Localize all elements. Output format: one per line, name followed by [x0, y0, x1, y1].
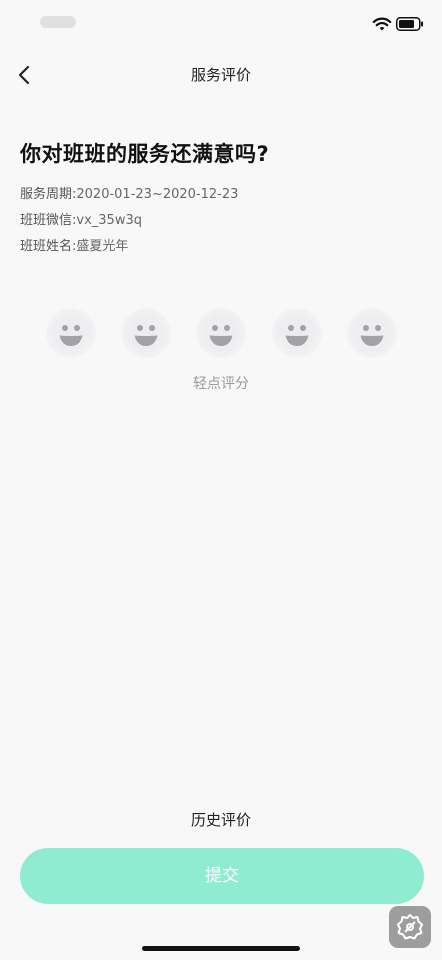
info-label: 班班微信: — [20, 213, 77, 228]
submit-button[interactable]: 提交 — [20, 848, 424, 904]
settings-button[interactable] — [389, 906, 431, 948]
rating-faces — [0, 308, 442, 358]
rating-face-4[interactable] — [272, 308, 322, 358]
rating-face-2[interactable] — [121, 308, 171, 358]
info-value: 盛夏光年 — [76, 239, 129, 254]
smiley-face-icon — [285, 325, 309, 346]
smiley-face-icon — [209, 325, 233, 346]
battery-icon — [396, 17, 423, 31]
info-label: 班班姓名: — [20, 239, 77, 254]
info-value: vx_35w3q — [76, 213, 142, 228]
home-indicator — [142, 946, 300, 951]
info-row-wechat: 班班微信:vx_35w3q — [20, 209, 142, 228]
rating-face-1[interactable] — [46, 308, 96, 358]
satisfaction-question: 你对班班的服务还满意吗? — [20, 142, 270, 166]
status-bar — [0, 0, 442, 50]
rating-hint: 轻点评分 — [193, 376, 249, 392]
status-indicator — [40, 16, 76, 28]
rating-face-3[interactable] — [196, 308, 246, 358]
gear-icon — [397, 914, 423, 940]
rating-face-5[interactable] — [347, 308, 397, 358]
wifi-icon — [372, 17, 392, 31]
page-title: 服务评价 — [190, 66, 251, 84]
info-value: 2020-01-23~2020-12-23 — [76, 187, 239, 202]
nav-bar: 服务评价 — [0, 50, 442, 100]
info-row-name: 班班姓名:盛夏光年 — [20, 235, 128, 254]
history-reviews-link[interactable]: 历史评价 — [0, 809, 442, 830]
info-row-service-period: 服务周期:2020-01-23~2020-12-23 — [20, 183, 238, 202]
info-label: 服务周期: — [20, 187, 77, 202]
smiley-face-icon — [134, 325, 158, 346]
smiley-face-icon — [360, 325, 384, 346]
smiley-face-icon — [59, 325, 83, 346]
